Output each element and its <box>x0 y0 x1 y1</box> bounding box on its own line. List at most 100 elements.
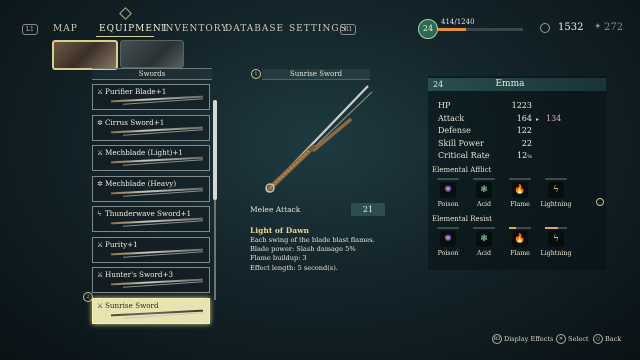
active-tab-underline <box>96 36 154 37</box>
resist-bar-lightning <box>545 227 567 229</box>
poison-icon: ✺ <box>440 231 456 247</box>
skill-line: Each swing of the blade blast flames. <box>250 236 375 244</box>
afflict-label-acid: Acid <box>476 201 492 208</box>
stat-change-arrow-icon: ▸ <box>536 116 540 123</box>
hint-label: Display Effects <box>504 335 554 343</box>
cross-button-icon: ✕ <box>556 334 566 344</box>
skill-line: Blade power: Slash damage 5% <box>250 245 356 254</box>
gem-amount: 272 <box>604 22 624 33</box>
skill-title: Light of Dawn <box>250 226 310 235</box>
weapon-name: Purifier Blade+1 <box>105 87 167 96</box>
critical-rate-unit: % <box>527 154 532 160</box>
r1-hint: R1 <box>340 24 357 35</box>
stat-label-critical-rate: Critical Rate <box>438 151 490 160</box>
flame-icon: 🔥 <box>512 182 528 198</box>
tab-equipment[interactable]: EQUIPMENT <box>99 24 169 34</box>
circle-button-icon: ○ <box>593 334 603 344</box>
hint-back[interactable]: ○ Back <box>593 334 621 344</box>
weapon-name: Cirrus Sword+1 <box>105 117 165 127</box>
character-name: Emma <box>495 79 525 89</box>
melee-attack-label: Melee Attack <box>250 205 301 214</box>
hint-display-effects[interactable]: R3 Display Effects <box>492 334 553 344</box>
gear-icon: ✲ <box>97 118 103 127</box>
afflict-bar-poison <box>437 178 459 180</box>
sword-icon: ⚔ <box>97 149 104 157</box>
skill-line: Effect length: 5 second(s). <box>250 263 338 272</box>
weapon-name: Mechblade (Heavy) <box>105 178 177 188</box>
active-tab-marker <box>119 7 132 20</box>
afflict-label-poison: Poison <box>437 201 459 208</box>
elemental-resist-title: Elemental Resist <box>432 215 492 223</box>
stat-value-hp: 1223 <box>511 101 532 110</box>
tab-map[interactable]: MAP <box>53 24 78 34</box>
weapon-list-item[interactable]: ✲ Cirrus Sword+1 <box>92 114 210 141</box>
afflict-bar-acid <box>473 178 495 180</box>
stat-value-attack: 164 <box>516 114 532 123</box>
resist-bar-flame <box>509 227 531 229</box>
stat-label-defense: Defense <box>438 126 471 135</box>
character-level: 24 <box>433 80 444 89</box>
tab-settings[interactable]: SETTINGS <box>289 24 347 34</box>
weapon-list-item[interactable]: ✲ Mechblade (Heavy) <box>92 175 210 202</box>
resist-bar-fill-flame <box>509 227 516 229</box>
lightning-icon: ϟ <box>97 210 102 218</box>
tab-database[interactable]: DATABASE <box>225 24 284 34</box>
resist-label-lightning: Lightning <box>540 250 572 257</box>
sword-icon: ⚔ <box>97 271 104 279</box>
panel-side-badge <box>596 198 604 206</box>
weapon-name: Sunrise Sword <box>105 300 159 310</box>
xp-text: 414/1240 <box>441 18 475 26</box>
critical-rate-number: 12 <box>517 151 528 160</box>
melee-attack-row: Melee Attack 21 <box>250 203 385 216</box>
stat-label-hp: HP <box>438 101 451 110</box>
weapon-list-item[interactable]: ⚔ Purifier Blade+1 <box>92 84 210 110</box>
weapon-name: Purity+1 <box>105 239 138 249</box>
afflict-bar-lightning <box>545 178 567 180</box>
stat-label-attack: Attack <box>438 114 465 123</box>
weapon-list-item[interactable]: ϟ Thunderwave Sword+1 <box>92 206 210 232</box>
weapon-list-item-selected[interactable]: ⚔ Sunrise Sword <box>92 297 210 324</box>
weapon-category-header: Swords <box>92 68 212 80</box>
flame-icon: 🔥 <box>512 231 528 247</box>
weapon-preview-image <box>265 85 373 193</box>
resist-label-flame: Flame <box>510 250 530 257</box>
afflict-label-lightning: Lightning <box>540 201 572 208</box>
weapon-name: Thunderwave Sword+1 <box>105 209 192 218</box>
weapon-list-item[interactable]: ⚔ Hunter's Sword+3 <box>92 267 210 293</box>
stat-value-defense: 122 <box>516 126 532 135</box>
skill-description: Each swing of the blade blast flames. Bl… <box>250 236 400 273</box>
gear-icon: ✲ <box>97 179 103 188</box>
resist-bar-poison <box>437 227 459 229</box>
poison-icon: ✺ <box>440 182 456 198</box>
list-scrollbar-thumb[interactable] <box>213 100 217 200</box>
weapon-list-item[interactable]: ⚔ Purity+1 <box>92 236 210 263</box>
character-portrait-companion[interactable] <box>120 40 184 68</box>
stat-value-skill-power: 22 <box>521 139 532 148</box>
weapon-detail-title: Sunrise Sword <box>262 69 370 80</box>
weapon-list: ⚔ Purifier Blade+1 ✲ Cirrus Sword+1 ⚔ Me… <box>92 84 210 328</box>
resist-bar-acid <box>473 227 495 229</box>
stat-new-value-attack: 134 <box>546 114 562 123</box>
gold-amount: 1532 <box>558 22 584 33</box>
acid-icon: ❃ <box>476 231 492 247</box>
weapon-list-item[interactable]: ⚔ Mechblade (Light)+1 <box>92 145 210 171</box>
hint-label: Select <box>568 335 589 343</box>
afflict-bar-flame <box>509 178 531 180</box>
lightning-icon: ϟ <box>548 182 564 198</box>
afflict-label-flame: Flame <box>510 201 530 208</box>
resist-label-acid: Acid <box>476 250 492 257</box>
lightning-icon: ϟ <box>548 231 564 247</box>
sword-icon: ⚔ <box>97 301 104 310</box>
elemental-afflict-title: Elemental Afflict <box>432 166 492 174</box>
list-page-badge: 2 <box>83 292 93 302</box>
xp-bar-fill <box>438 28 467 31</box>
weapon-name: Hunter's Sword+3 <box>105 270 174 279</box>
character-portrait-emma[interactable] <box>52 40 118 70</box>
hint-label: Back <box>605 335 622 343</box>
currency-icon <box>540 23 550 33</box>
hint-select[interactable]: ✕ Select <box>556 334 588 344</box>
r3-button-icon: R3 <box>492 334 502 344</box>
resist-bar-fill-lightning <box>545 227 559 229</box>
tab-inventory[interactable]: INVENTORY <box>161 24 228 34</box>
detail-badge: 1 <box>251 69 261 79</box>
